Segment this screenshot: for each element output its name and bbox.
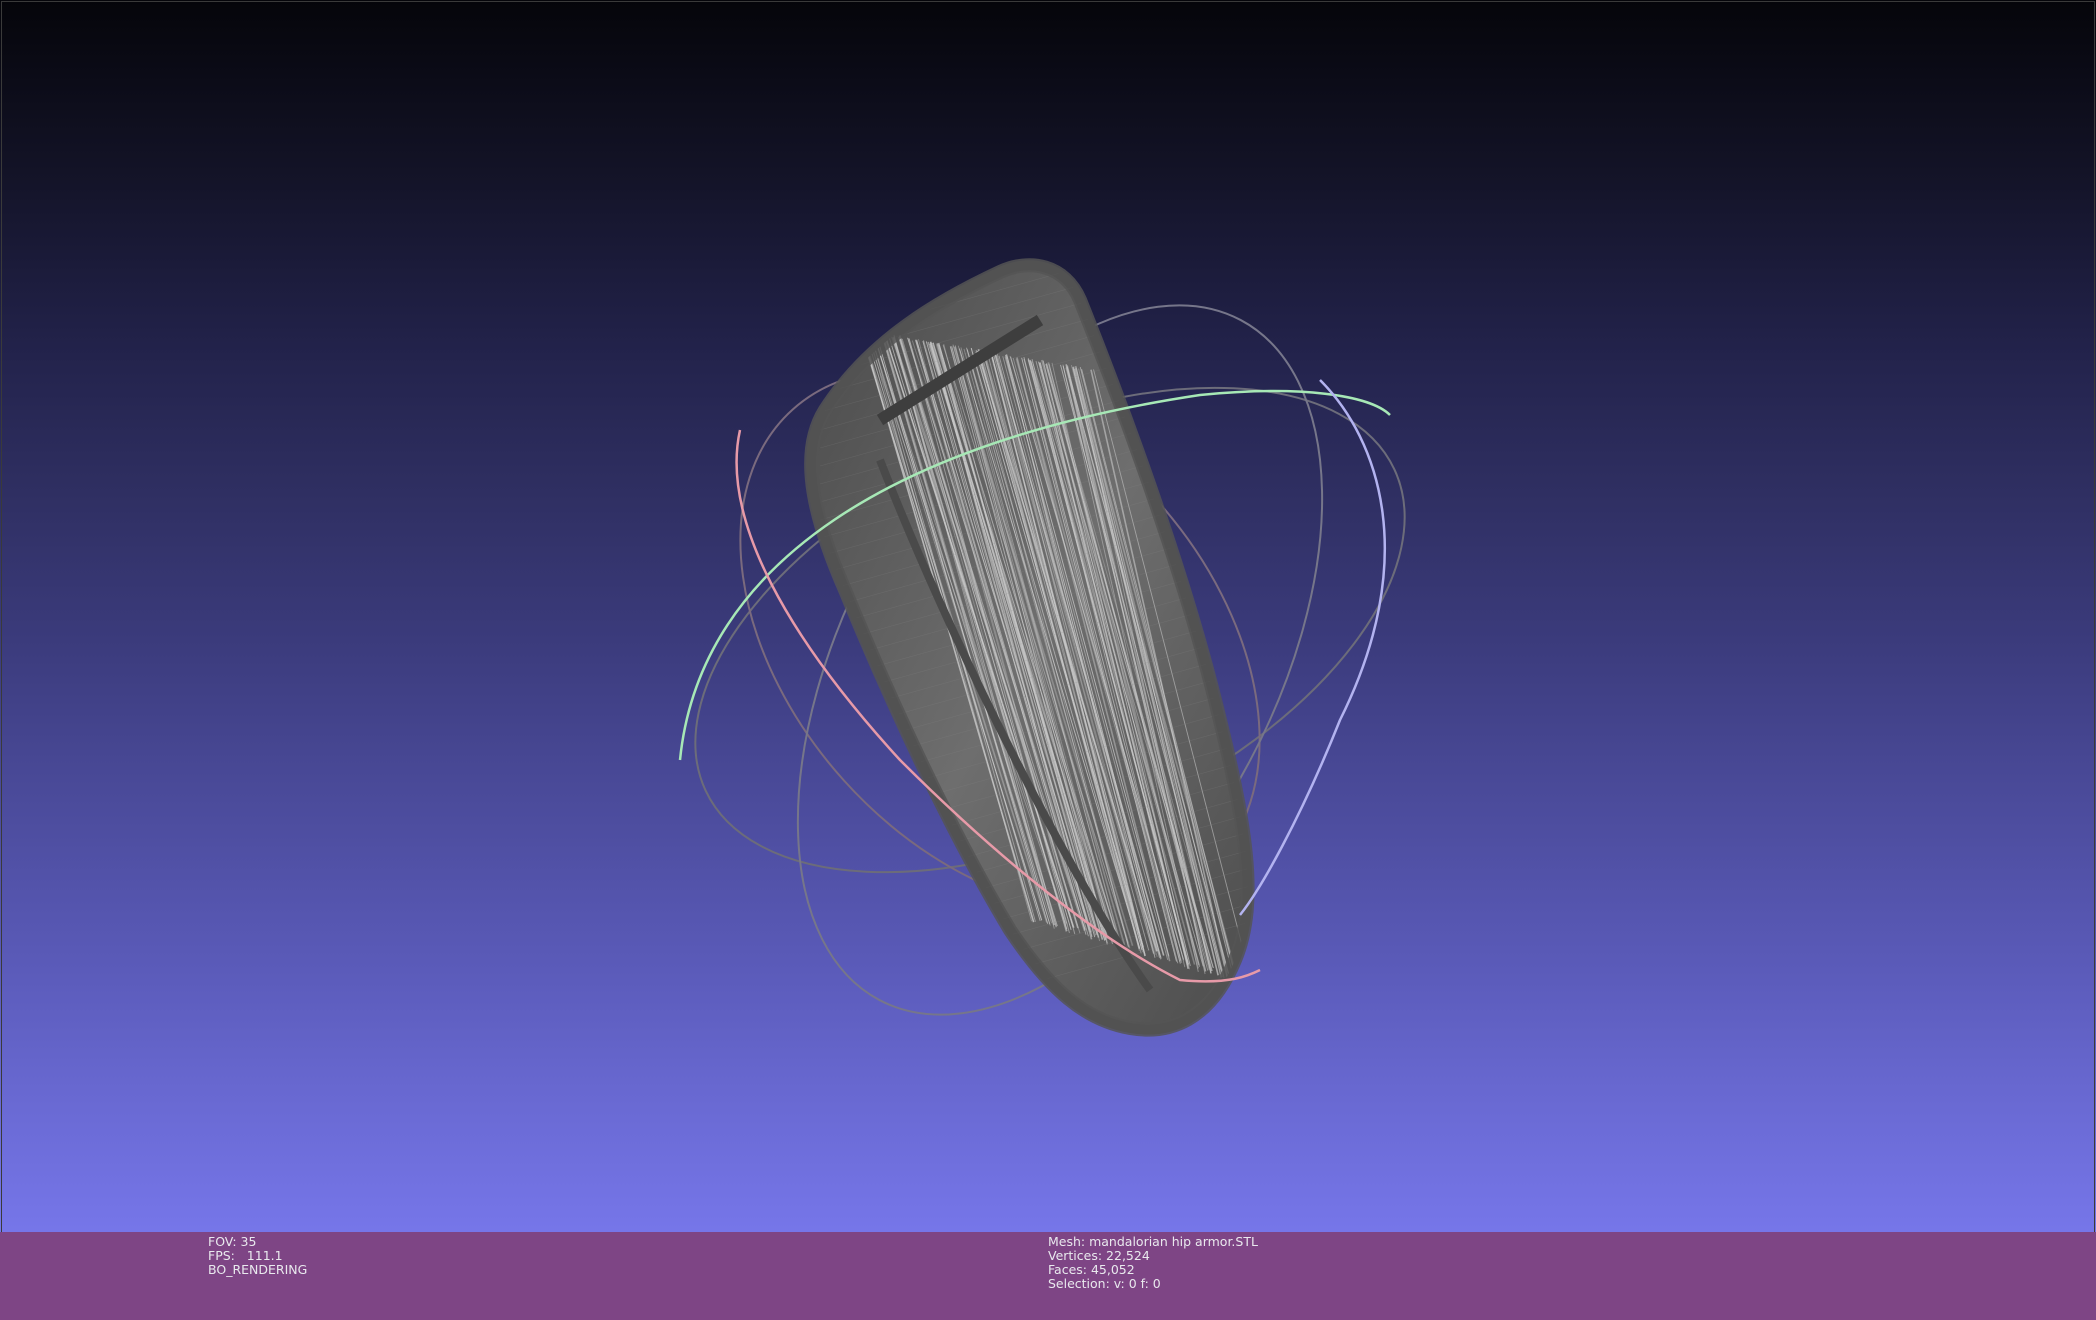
scene-canvas[interactable] [0,0,2096,1232]
vertex-count: Vertices: 22,524 [1048,1248,1150,1263]
render-mode-label: BO_RENDERING [208,1262,308,1277]
info-overlay-bar: FOV: 35 FPS: 111.1 BO_RENDERING Mesh: ma… [0,1232,2096,1320]
mesh-name: Mesh: mandalorian hip armor.STL [1048,1234,1258,1249]
fov-readout: FOV: 35 [208,1234,257,1249]
3d-viewport[interactable] [0,0,2096,1232]
render-info: FOV: 35 FPS: 111.1 BO_RENDERING [208,1235,307,1277]
face-count: Faces: 45,052 [1048,1262,1135,1277]
selection-info: Selection: v: 0 f: 0 [1048,1276,1161,1291]
trackball-ring-z-front [1239,379,1387,916]
mesh-info: Mesh: mandalorian hip armor.STL Vertices… [1048,1235,1258,1291]
mesh-model[interactable] [804,220,1255,1042]
meshlab-window: FOV: 35 FPS: 111.1 BO_RENDERING Mesh: ma… [0,0,2096,1320]
fps-readout: FPS: 111.1 [208,1248,283,1263]
